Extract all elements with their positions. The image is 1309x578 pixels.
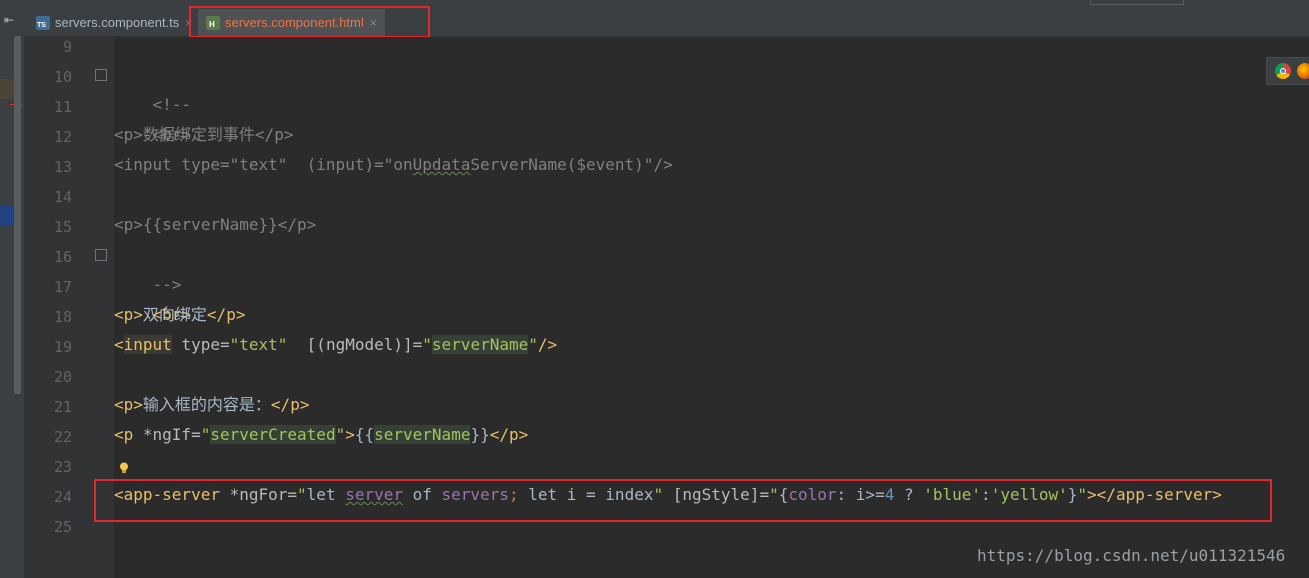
typo-token: Updata	[412, 155, 471, 174]
line-number: 9	[62, 38, 72, 56]
watermark-text: https://blog.csdn.net/u011321546	[977, 546, 1286, 565]
line-number: 22	[53, 428, 72, 446]
annotation-box-code	[94, 479, 1272, 522]
line-number: 21	[53, 398, 72, 416]
line-number: 25	[53, 518, 72, 536]
line-number: 13	[53, 158, 72, 176]
comment-token: 数据绑定到事件	[142, 125, 255, 144]
code-line-15: <p>{{serverName}}</p>	[114, 210, 316, 240]
line-number: 19	[53, 338, 72, 356]
vertical-scrollbar[interactable]	[14, 36, 21, 394]
comment-token: (input)=	[287, 155, 384, 174]
tab-label: servers.component.ts	[55, 15, 180, 30]
string-token: "text"	[229, 335, 288, 354]
typescript-file-icon	[36, 15, 50, 30]
code-line-18: <p>双向绑定</p>	[114, 300, 245, 330]
firefox-icon[interactable]	[1297, 63, 1309, 79]
lightbulb-icon[interactable]	[119, 462, 129, 474]
line-number: 23	[53, 458, 72, 476]
code-line-13: <input type="text" (input)="onUpdataServ…	[114, 150, 673, 180]
binding-value-token: serverName	[374, 425, 471, 444]
binding-value-token: serverCreated	[210, 425, 336, 444]
tag-token: <p>	[114, 305, 143, 324]
code-line-21: <p>输入框的内容是：</p>	[114, 390, 309, 420]
string-token: "	[422, 335, 432, 354]
text-token: {{	[354, 425, 375, 444]
left-tool-strip: ⇤	[0, 0, 24, 578]
line-number: 20	[53, 368, 72, 386]
tag-token: </p>	[270, 395, 310, 414]
line-number: 16	[53, 248, 72, 266]
attr-token: type=	[171, 335, 230, 354]
line-number: 14	[53, 188, 72, 206]
comment-token: <input type=	[114, 155, 230, 174]
tag-token: </p>	[206, 305, 246, 324]
line-number: 10	[53, 68, 72, 86]
line-number: 18	[53, 308, 72, 326]
line-number: 17	[53, 278, 72, 296]
comment-token: />	[653, 155, 673, 174]
text-token: 输入框的内容是：	[142, 395, 271, 414]
line-number: 12	[53, 128, 72, 146]
annotation-box-tab	[189, 6, 430, 38]
comment-token: "text"	[229, 155, 288, 174]
comment-token: <p>	[114, 125, 143, 144]
comment-token: ServerName($event)"	[470, 155, 654, 174]
attr-token: [(ngModel)]=	[287, 335, 423, 354]
code-line-16: -->	[114, 240, 182, 294]
comment-token: "on	[383, 155, 413, 174]
comment-token: </p>	[254, 125, 294, 144]
code-line-22: <p *ngIf="serverCreated">{{serverName}}<…	[114, 420, 528, 450]
text-token: }}	[470, 425, 490, 444]
code-line-12: <p>数据绑定到事件</p>	[114, 120, 293, 150]
line-number: 24	[53, 488, 72, 506]
chrome-icon[interactable]	[1275, 63, 1291, 79]
line-number: 11	[53, 98, 72, 116]
string-token: "	[335, 425, 346, 444]
code-line-11: <br>	[114, 90, 192, 144]
tag-token: >	[345, 425, 355, 444]
code-line-17: <br>	[114, 270, 192, 324]
tag-token: </p>	[489, 425, 529, 444]
code-line-19: <input type="text" [(ngModel)]="serverNa…	[114, 330, 557, 360]
collapse-panel-icon[interactable]: ⇤	[4, 13, 14, 27]
binding-value-token: serverName	[431, 335, 529, 354]
string-token: "	[528, 335, 538, 354]
comment-token: </p>	[277, 215, 317, 234]
text-token: 双向绑定	[142, 305, 207, 324]
gutter-marker	[0, 205, 14, 225]
fold-toggle-icon[interactable]	[95, 69, 107, 81]
tag-token: <p>	[114, 395, 143, 414]
gutter-marker	[0, 79, 14, 99]
tab-overflow-indicator[interactable]	[1090, 0, 1184, 5]
attr-token: *ngIf=	[133, 425, 201, 444]
fold-toggle-icon[interactable]	[95, 249, 107, 261]
browser-preview-bar	[1266, 57, 1309, 85]
string-token: "	[200, 425, 211, 444]
comment-token: <p>	[114, 215, 143, 234]
tag-token: <p	[114, 425, 134, 444]
tag-name-token: input	[123, 335, 172, 354]
comment-token: {{serverName}}	[142, 215, 278, 234]
tag-token: />	[537, 335, 558, 354]
tag-token: <	[114, 335, 124, 354]
code-line-10: <!--	[114, 60, 192, 114]
line-number: 15	[53, 218, 72, 236]
